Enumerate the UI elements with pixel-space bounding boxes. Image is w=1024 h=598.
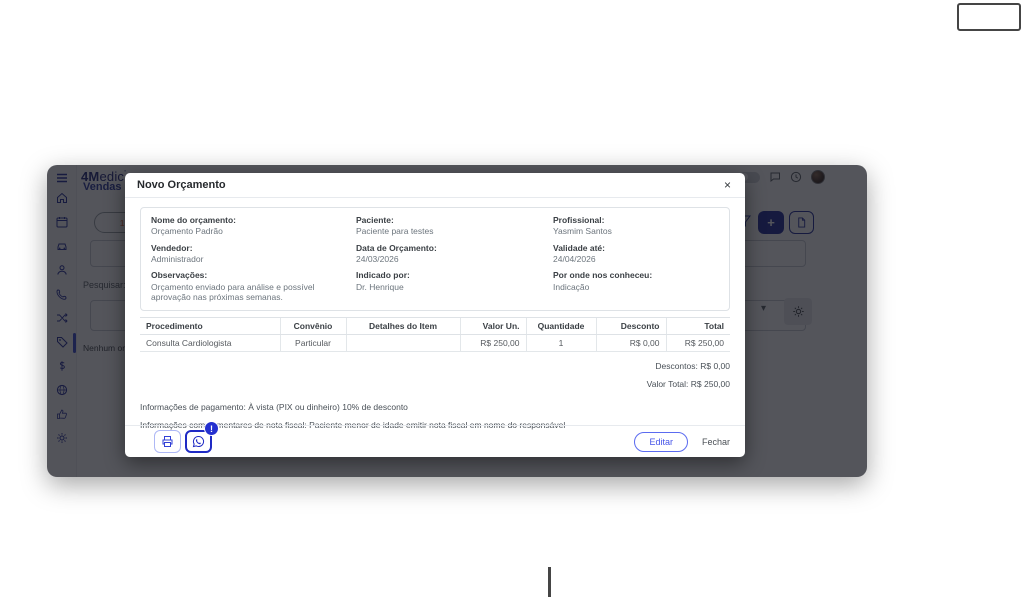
annotation-box — [957, 3, 1021, 31]
field-label: Vendedor: — [151, 243, 356, 253]
field-value: Administrador — [151, 254, 356, 264]
table-cell — [346, 334, 460, 351]
table-cell: 1 — [526, 334, 596, 351]
novo-orcamento-modal: Novo Orçamento × Nome do orçamento:Orçam… — [125, 173, 745, 457]
field-label: Validade até: — [553, 243, 719, 253]
field-label: Paciente: — [356, 215, 553, 225]
column-header: Valor Un. — [460, 317, 526, 334]
field: Vendedor:Administrador — [151, 243, 356, 265]
table-row: Consulta CardiologistaParticular R$ 250,0… — [140, 334, 730, 351]
column-header: Desconto — [596, 317, 666, 334]
editar-button[interactable]: Editar — [634, 432, 688, 452]
field: Observações: Orçamento enviado para análi… — [151, 270, 356, 302]
print-button[interactable] — [154, 430, 181, 453]
field: Paciente:Paciente para testes — [356, 215, 553, 237]
whatsapp-button[interactable]: ! — [185, 430, 212, 453]
field: Validade até:24/04/2026 — [553, 243, 719, 265]
field-label: Observações: — [151, 270, 356, 280]
table-cell: Consulta Cardiologista — [140, 334, 280, 351]
table-body: Consulta CardiologistaParticular R$ 250,0… — [140, 334, 730, 351]
modal-footer: ! Editar Fechar — [125, 425, 745, 457]
field-value: Orçamento Padrão — [151, 226, 356, 236]
field: Por onde nos conheceu: Indicação — [553, 270, 719, 302]
valor-total: Valor Total: R$ 250,00 — [140, 379, 730, 389]
field-label: Indicado por: — [356, 270, 553, 280]
table-header-row: ProcedimentoConvênioDetalhes do ItemValo… — [140, 317, 730, 334]
field-value: Orçamento enviado para análise e possíve… — [151, 282, 356, 303]
field-value: Paciente para testes — [356, 226, 553, 236]
field-value: Yasmim Santos — [553, 226, 719, 236]
table-cell: R$ 0,00 — [596, 334, 666, 351]
field-label: Por onde nos conheceu: — [553, 270, 719, 280]
column-header: Quantidade — [526, 317, 596, 334]
modal-header: Novo Orçamento × — [125, 173, 745, 198]
column-header: Convênio — [280, 317, 346, 334]
table-cell: Particular — [280, 334, 346, 351]
column-header: Total — [666, 317, 730, 334]
field: Profissional:Yasmim Santos — [553, 215, 719, 237]
info-grid: Nome do orçamento:Orçamento PadrãoPacien… — [140, 207, 730, 311]
payment-info: Informações de pagamento: À vista (PIX o… — [140, 402, 730, 412]
fechar-button[interactable]: Fechar — [702, 437, 730, 447]
field-label: Data de Orçamento: — [356, 243, 553, 253]
items-table: ProcedimentoConvênioDetalhes do ItemValo… — [140, 317, 730, 352]
alert-badge: ! — [204, 421, 219, 436]
field-value: Indicação — [553, 282, 719, 292]
field-label: Profissional: — [553, 215, 719, 225]
column-header: Procedimento — [140, 317, 280, 334]
field-value: 24/03/2026 — [356, 254, 553, 264]
table-cell: R$ 250,00 — [666, 334, 730, 351]
field: Nome do orçamento:Orçamento Padrão — [151, 215, 356, 237]
page: 4Medic’ Vendas 17/03/2026 Pesquisar: Nen… — [0, 0, 1024, 598]
modal-title: Novo Orçamento — [137, 179, 226, 191]
table-cell: R$ 250,00 — [460, 334, 526, 351]
field: Data de Orçamento:24/03/2026 — [356, 243, 553, 265]
close-icon[interactable]: × — [722, 179, 733, 191]
field-value: 24/04/2026 — [553, 254, 719, 264]
field-value: Dr. Henrique — [356, 282, 553, 292]
app-window: 4Medic’ Vendas 17/03/2026 Pesquisar: Nen… — [47, 165, 867, 477]
field: Indicado por: Dr. Henrique — [356, 270, 553, 302]
totals: Descontos: R$ 0,00 Valor Total: R$ 250,0… — [140, 361, 730, 389]
text-cursor-line — [548, 567, 551, 597]
field-label: Nome do orçamento: — [151, 215, 356, 225]
descontos-total: Descontos: R$ 0,00 — [140, 361, 730, 371]
column-header: Detalhes do Item — [346, 317, 460, 334]
